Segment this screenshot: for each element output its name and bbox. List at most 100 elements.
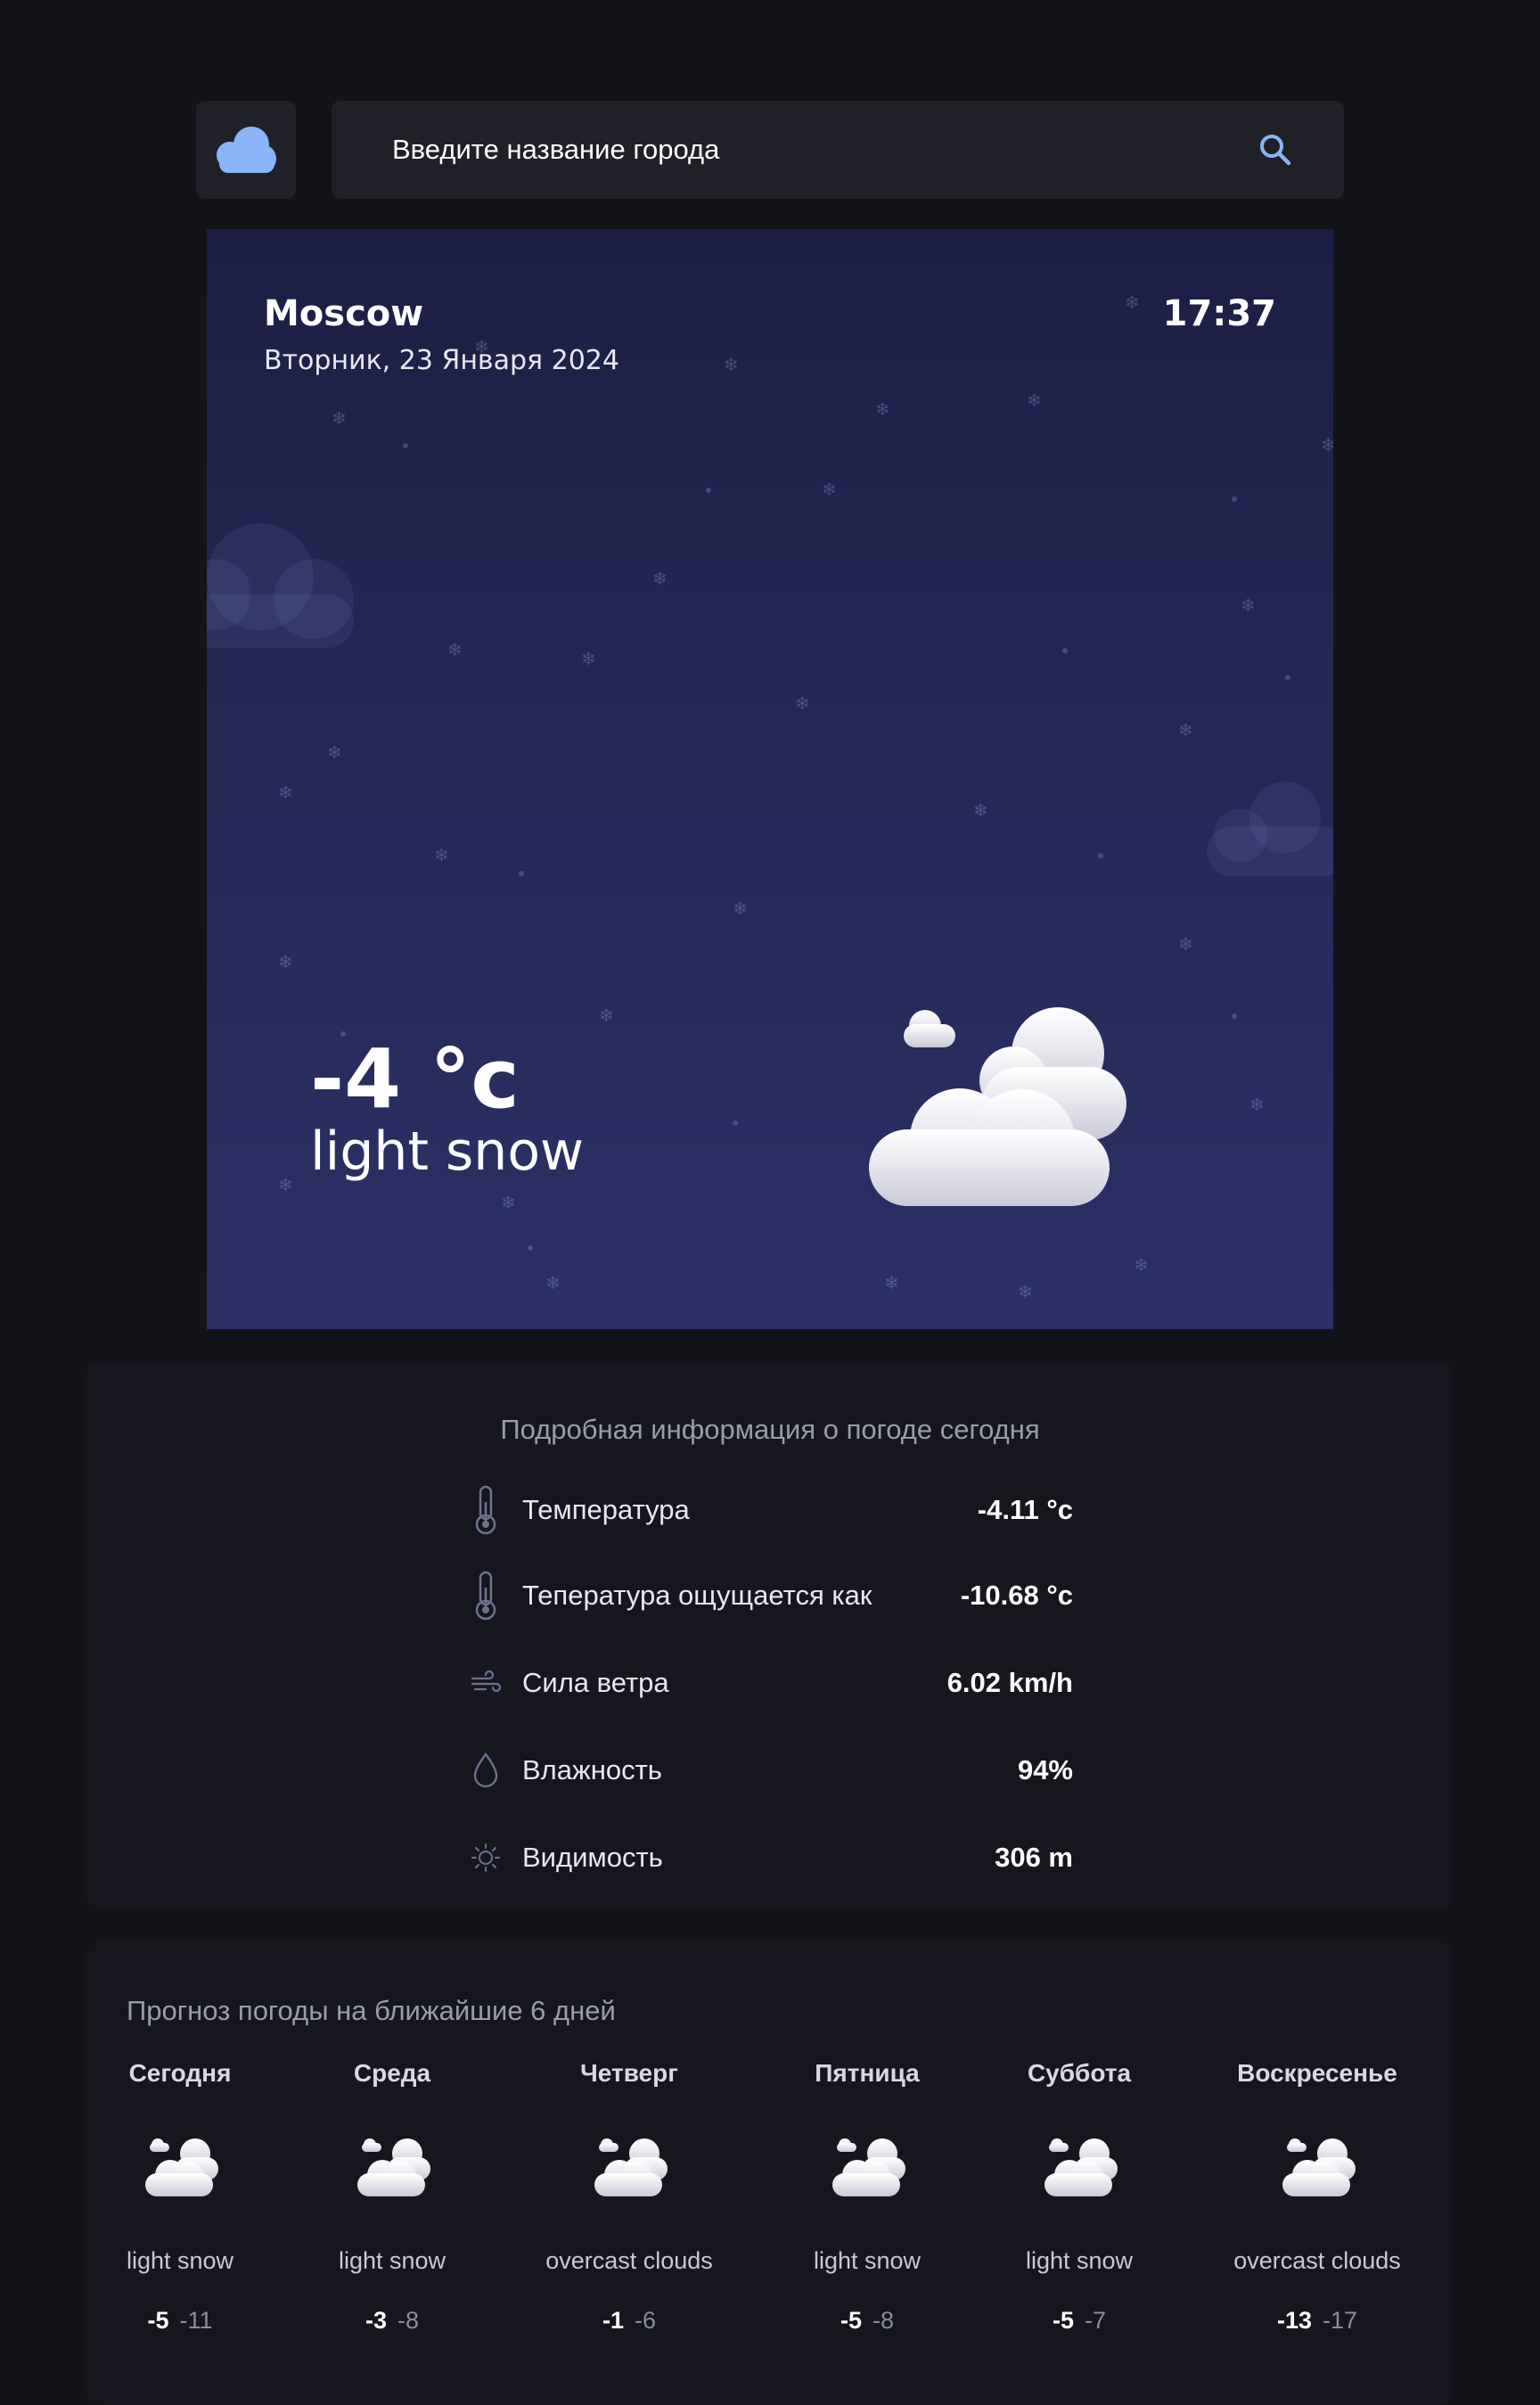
forecast-title: Прогноз погоды на ближайшие 6 дней: [127, 1995, 616, 2026]
snow-clouds-icon: [145, 2138, 218, 2196]
snowflake-icon: ❄: [822, 480, 837, 500]
detail-value: 94%: [1017, 1754, 1073, 1785]
day-high: -5: [1052, 2307, 1074, 2334]
snowflake-icon: ❄: [1018, 1283, 1033, 1302]
search-icon: [1260, 135, 1291, 166]
day-name: Сегодня: [128, 2059, 232, 2087]
day-high: -1: [602, 2307, 624, 2334]
detail-value: 6.02 km/h: [946, 1667, 1073, 1698]
snowflake-icon: ❄: [1125, 293, 1140, 313]
background-cloud-icon: [207, 523, 354, 648]
current-date: Вторник, 23 Января 2024: [264, 345, 619, 376]
snowflake-icon: ❄: [599, 1006, 614, 1026]
detail-value: -10.68 °c: [960, 1580, 1073, 1611]
day-description: light snow: [813, 2247, 922, 2274]
detail-label: Влажность: [522, 1754, 662, 1785]
snowflake-icon: ❄: [875, 400, 890, 420]
city-name: Moscow: [264, 293, 424, 334]
search-button[interactable]: [1253, 127, 1298, 172]
search-input[interactable]: [392, 101, 1248, 199]
day-low: -7: [1085, 2307, 1107, 2334]
snowflake-icon: ❄: [278, 1176, 293, 1195]
snowflake-icon: ❄: [1027, 391, 1042, 411]
current-time: 17:37: [1162, 293, 1276, 334]
forecast-day[interactable]: Четверг overcast clouds -1 -6: [513, 2059, 745, 2335]
thermometer-icon: [462, 1483, 510, 1537]
snowflake-icon: ❄: [1241, 596, 1256, 616]
snowflake-icon: ❄: [795, 694, 810, 714]
snowflake-icon: ❄: [332, 409, 347, 429]
day-low: -17: [1323, 2307, 1358, 2334]
snowflake-icon: ❄: [278, 784, 293, 803]
snowflake-icon: ❄: [733, 899, 748, 919]
forecast-day[interactable]: Пятница light snow -5 -8: [751, 2059, 983, 2335]
forecast-day[interactable]: Воскресенье overcast clouds -13 -17: [1201, 2059, 1433, 2335]
current-temperature: -4 °c: [310, 1031, 520, 1127]
snowflake-icon: ❄: [1178, 935, 1193, 955]
detail-row-visibility: Видимость 306 m: [451, 1815, 1093, 1900]
background-cloud-icon: [1207, 782, 1333, 876]
detail-value: 306 m: [995, 1842, 1073, 1873]
app-logo[interactable]: [196, 101, 296, 199]
details-title: Подробная информация о погоде сегодня: [500, 1414, 1040, 1445]
snowflake-icon: ❄: [973, 801, 988, 821]
day-high: -3: [365, 2307, 387, 2334]
cloud-logo-icon: [217, 127, 276, 173]
day-name: Среда: [353, 2059, 431, 2087]
day-low: -8: [872, 2307, 895, 2334]
snow-clouds-icon: [869, 1007, 1126, 1206]
details-card: Подробная информация о погоде сегодня Те…: [86, 1362, 1454, 1909]
day-low: -6: [635, 2307, 657, 2334]
detail-value: -4.11 °c: [977, 1494, 1073, 1525]
detail-row-feels-like: Тепература ощущается как -10.68 °c: [451, 1553, 1093, 1638]
snowflake-icon: ❄: [1321, 436, 1333, 456]
snowflake-icon: ❄: [884, 1274, 899, 1293]
day-high: -13: [1276, 2307, 1312, 2334]
search-bar: [332, 101, 1344, 199]
forecast-day[interactable]: Суббота light snow -5 -7: [963, 2059, 1195, 2335]
overcast-clouds-icon: [1282, 2138, 1356, 2196]
wind-icon: [462, 1656, 510, 1710]
detail-label: Сила ветра: [522, 1667, 669, 1698]
forecast-day[interactable]: Среда light snow -3 -8: [276, 2059, 508, 2335]
forecast-card: Прогноз погоды на ближайшие 6 дней Сегод…: [86, 1941, 1454, 2405]
snow-clouds-icon: [1044, 2138, 1118, 2196]
droplet-icon: [462, 1744, 510, 1797]
detail-row-humidity: Влажность 94%: [451, 1728, 1093, 1813]
weather-description: light snow: [310, 1120, 585, 1183]
day-description: overcast clouds: [1233, 2247, 1401, 2274]
detail-row-temperature: Температура -4.11 °c: [451, 1467, 1093, 1553]
day-high: -5: [840, 2307, 862, 2334]
snow-clouds-icon: [357, 2138, 430, 2196]
day-name: Пятница: [815, 2059, 920, 2087]
forecast-day[interactable]: Сегодня light snow -5 -11: [64, 2059, 296, 2335]
snowflake-icon: ❄: [327, 743, 342, 763]
detail-label: Видимость: [522, 1842, 663, 1873]
day-description: overcast clouds: [545, 2247, 713, 2274]
snowflake-icon: ❄: [1178, 721, 1193, 741]
snowflake-icon: ❄: [724, 356, 739, 375]
day-name: Суббота: [1027, 2059, 1132, 2087]
snowflake-icon: ❄: [652, 570, 668, 589]
day-description: light snow: [126, 2247, 234, 2274]
snow-clouds-icon: [832, 2138, 905, 2196]
day-high: -5: [147, 2307, 169, 2334]
detail-row-wind: Сила ветра 6.02 km/h: [451, 1640, 1093, 1726]
current-weather-card: ❄ ❄ ❄ ❄ ❄ ❄ ❄ ❄ ❄ ❄ ❄ ❄ ❄ ❄ ❄ ❄ ❄ ❄ ❄ ❄ …: [207, 229, 1333, 1329]
sun-icon: [462, 1831, 510, 1884]
snowflake-icon: ❄: [1249, 1096, 1265, 1115]
thermometer-icon: [462, 1569, 510, 1622]
snowflake-icon: ❄: [545, 1274, 561, 1293]
snowflake-icon: ❄: [434, 846, 449, 866]
snowflake-icon: ❄: [278, 953, 293, 973]
snowflake-icon: ❄: [501, 1194, 516, 1213]
day-low: -8: [397, 2307, 420, 2334]
detail-label: Тепература ощущается как: [522, 1580, 872, 1611]
day-name: Четверг: [580, 2059, 678, 2087]
day-description: light snow: [1025, 2247, 1134, 2274]
snowflake-icon: ❄: [1134, 1256, 1149, 1276]
snowflake-icon: ❄: [447, 641, 463, 661]
detail-label: Температура: [522, 1494, 690, 1525]
overcast-clouds-icon: [594, 2138, 668, 2196]
day-description: light snow: [338, 2247, 446, 2274]
